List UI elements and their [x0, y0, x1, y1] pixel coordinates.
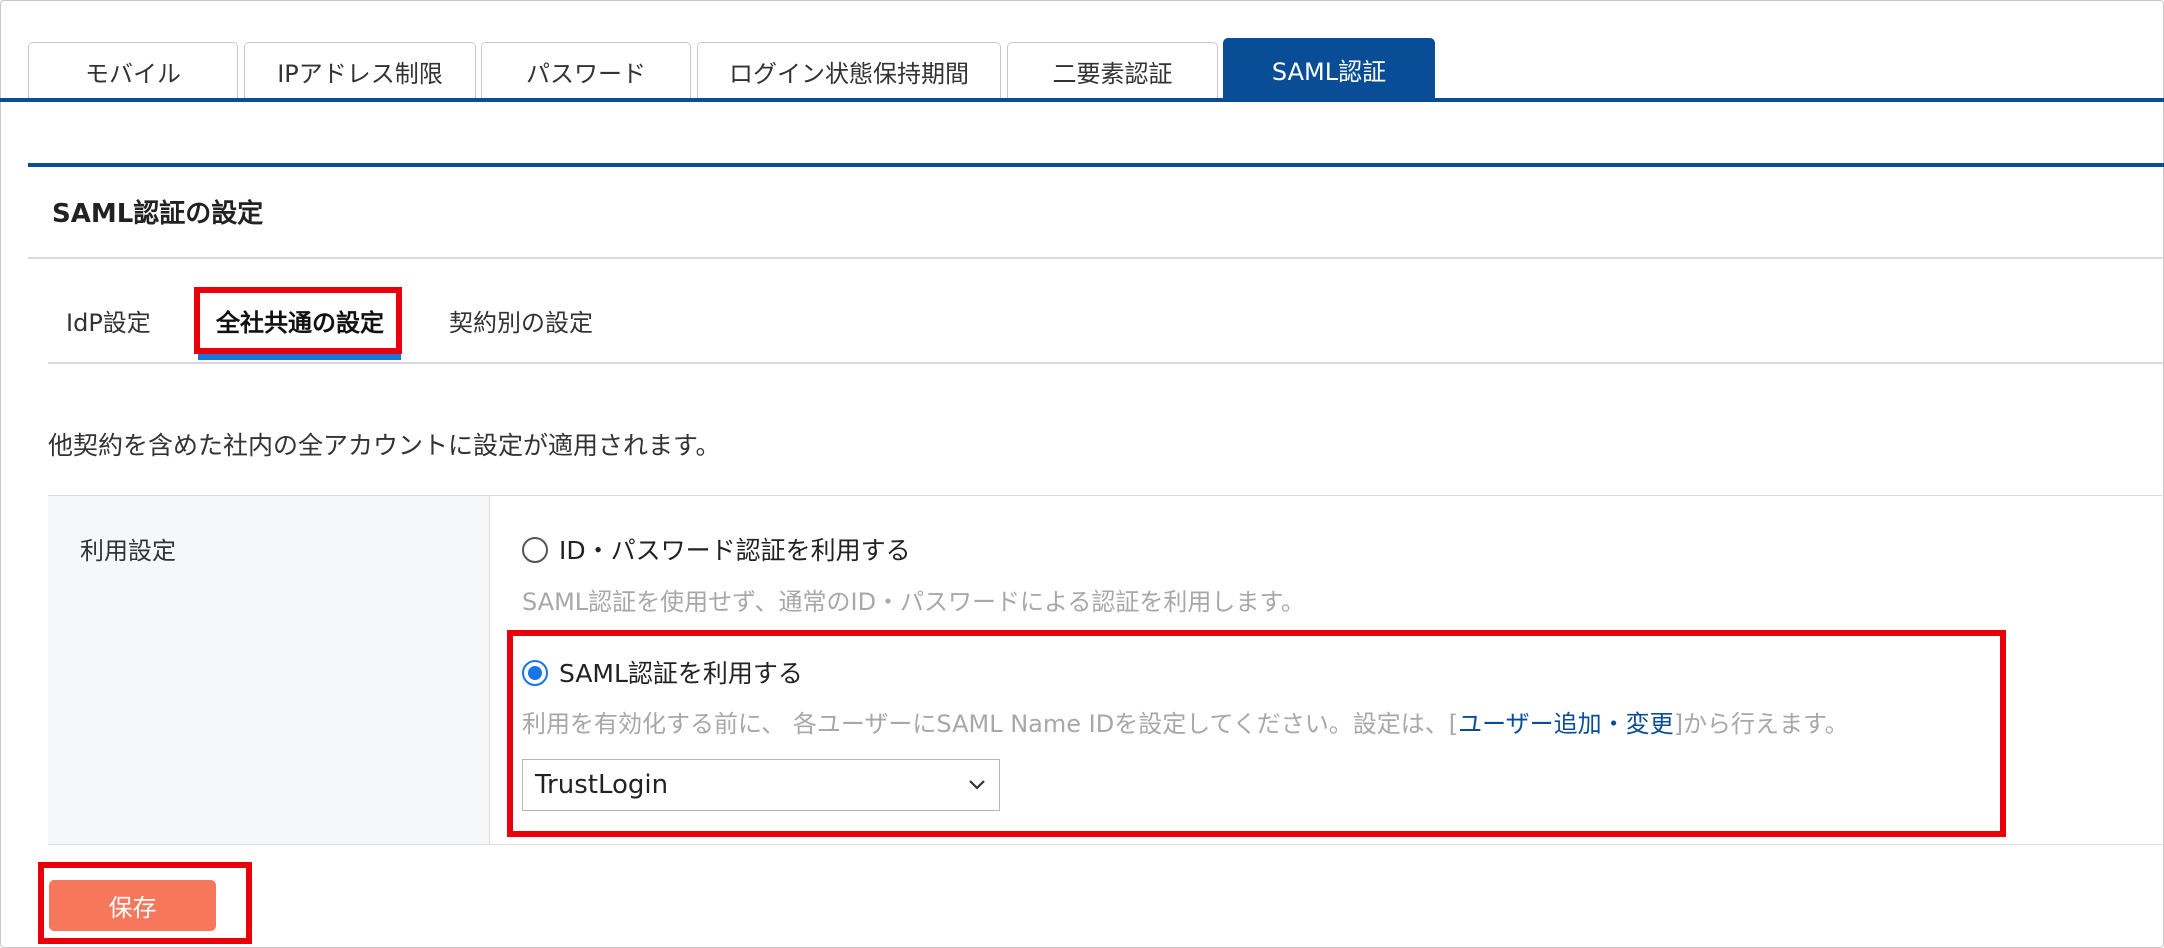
tab-mobile[interactable]: モバイル — [28, 42, 238, 100]
subtab-active-indicator — [198, 354, 401, 360]
option-id-password-label[interactable]: ID・パスワード認証を利用する — [559, 531, 911, 567]
divider — [28, 257, 2164, 259]
highlight-box-save — [38, 862, 252, 944]
tab-password[interactable]: パスワード — [481, 42, 691, 100]
table-border — [48, 844, 2164, 845]
subtab-idp[interactable]: IdP設定 — [66, 303, 151, 338]
subtab-per-contract[interactable]: 契約別の設定 — [449, 303, 593, 338]
tab-bar-rule — [0, 98, 2164, 102]
tab-two-factor[interactable]: 二要素認証 — [1007, 42, 1218, 100]
divider — [48, 362, 2164, 364]
radio-id-password[interactable] — [522, 537, 548, 563]
tab-ip-restriction[interactable]: IPアドレス制限 — [244, 42, 476, 100]
tab-saml[interactable]: SAML認証 — [1223, 38, 1435, 100]
highlight-box-common-tab — [194, 287, 402, 354]
panel-top-border — [28, 163, 2164, 167]
panel-title: SAML認証の設定 — [52, 199, 264, 229]
highlight-box-saml-option — [507, 630, 2006, 837]
scope-description: 他契約を含めた社内の全アカウントに設定が適用されます。 — [48, 431, 721, 460]
setting-label: 利用設定 — [80, 537, 176, 565]
option-id-password-description: SAML認証を使用せず、通常のID・パスワードによる認証を利用します。 — [522, 588, 1305, 616]
tab-login-retention[interactable]: ログイン状態保持期間 — [697, 42, 1001, 100]
